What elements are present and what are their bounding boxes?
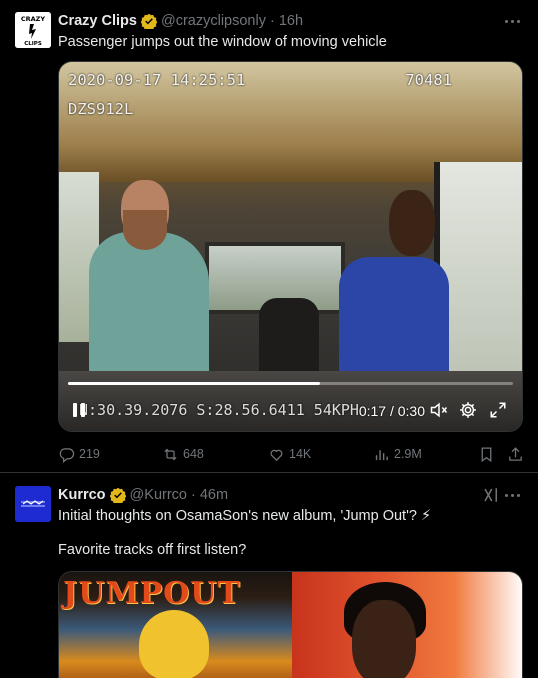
retweet-count: 648 <box>183 447 204 461</box>
more-dot-icon <box>504 493 508 497</box>
verified-badge-icon[interactable] <box>140 13 157 29</box>
pause-icon <box>81 403 85 417</box>
album-cover-title: JUMPOUT <box>63 576 241 611</box>
more-dot-icon <box>516 19 520 23</box>
time-current: 0:17 <box>358 403 387 419</box>
more-options-button[interactable] <box>502 11 522 31</box>
video-progress-bar[interactable] <box>68 382 513 385</box>
tweet-image-gallery[interactable]: JUMPOUT <box>58 571 523 678</box>
tweet-text-line-1: Initial thoughts on OsamaSon's new album… <box>58 508 432 524</box>
svg-text:CLIPS: CLIPS <box>24 41 42 47</box>
tweet-text-line-2: Favorite tracks off first listen? <box>58 542 247 558</box>
author-handle[interactable]: @Kurrco <box>130 487 187 503</box>
bookmark-icon <box>481 446 492 462</box>
more-dot-icon <box>504 19 508 23</box>
reply-icon <box>59 447 75 463</box>
video-gps: N:30.39.2076 S:28.56.6411 54KPH <box>79 401 359 419</box>
author-name[interactable]: Kurrco <box>58 487 106 503</box>
share-button[interactable] <box>507 443 528 465</box>
album-art-figure <box>139 610 209 678</box>
pause-icon <box>73 403 77 417</box>
portrait-face <box>352 600 416 678</box>
tweet-crazy-clips[interactable]: CRAZY CLIPS Crazy Clips @crazyclipsonly … <box>0 0 538 473</box>
reply-count: 219 <box>79 447 100 461</box>
like-count: 14K <box>289 447 312 461</box>
heart-icon <box>270 449 283 461</box>
time-total: 0:30 <box>397 403 425 419</box>
retweet-button[interactable]: 648 <box>162 443 204 465</box>
video-counter: 70481 <box>405 71 452 89</box>
author-name[interactable]: Crazy Clips <box>58 13 137 29</box>
bar-chart-icon <box>375 449 388 460</box>
tweet-time[interactable]: 46m <box>200 487 228 503</box>
fullscreen-button[interactable] <box>487 399 509 421</box>
video-frame-driver-beard <box>123 210 167 250</box>
album-cover-image[interactable]: JUMPOUT <box>59 572 292 678</box>
video-timestamp: 2020-09-17 14:25:51 <box>68 71 246 89</box>
gear-icon <box>460 402 476 418</box>
tweet-header: Kurrco @Kurrco · 46m <box>58 485 228 505</box>
tweet-time[interactable]: 16h <box>279 13 303 29</box>
dot-separator: · <box>269 13 275 29</box>
video-frame-passenger-head <box>389 190 435 256</box>
kurrco-logo-icon <box>15 486 51 522</box>
more-dot-icon <box>510 493 514 497</box>
video-player[interactable]: 2020-09-17 14:25:51 70481 DZS912L N:30.3… <box>58 61 523 432</box>
settings-button[interactable] <box>457 399 479 421</box>
retweet-icon <box>164 448 177 460</box>
like-button[interactable]: 14K <box>268 443 311 465</box>
verified-badge-icon[interactable] <box>109 487 126 503</box>
time-separator: / <box>386 403 398 419</box>
video-plate: DZS912L <box>68 100 134 118</box>
pause-button[interactable] <box>69 399 89 421</box>
mute-button[interactable] <box>428 399 450 421</box>
author-handle[interactable]: @crazyclipsonly <box>161 13 266 29</box>
dot-separator: · <box>190 487 196 503</box>
grok-icon[interactable] <box>482 486 500 504</box>
tweet-actions: 219 648 14K 2.9M <box>58 443 528 465</box>
views-button[interactable]: 2.9M <box>373 443 422 465</box>
video-progress-fill <box>68 382 321 385</box>
speaker-muted-icon <box>430 402 448 418</box>
avatar-kurrco[interactable] <box>15 486 51 522</box>
tweet-kurrco[interactable]: Kurrco @Kurrco · 46m Initial thoughts on… <box>0 474 538 678</box>
more-options-button[interactable] <box>502 485 522 505</box>
share-icon <box>509 446 522 461</box>
avatar-logo-icon: CRAZY CLIPS <box>15 12 51 48</box>
svg-text:CRAZY: CRAZY <box>21 15 46 23</box>
avatar-crazy-clips[interactable]: CRAZY CLIPS <box>15 12 51 48</box>
reply-button[interactable]: 219 <box>58 443 100 465</box>
bookmark-button[interactable] <box>478 443 499 465</box>
tweet-header: Crazy Clips @crazyclipsonly · 16h <box>58 11 303 31</box>
video-timecode: 0:17 / 0:30 <box>359 403 425 419</box>
video-frame-driver <box>89 232 209 382</box>
tweet-text: Passenger jumps out the window of moving… <box>58 34 387 50</box>
more-dot-icon <box>510 19 514 23</box>
view-count: 2.9M <box>394 447 422 461</box>
expand-icon <box>490 402 506 418</box>
artist-portrait-image[interactable] <box>292 572 522 678</box>
more-dot-icon <box>516 493 520 497</box>
